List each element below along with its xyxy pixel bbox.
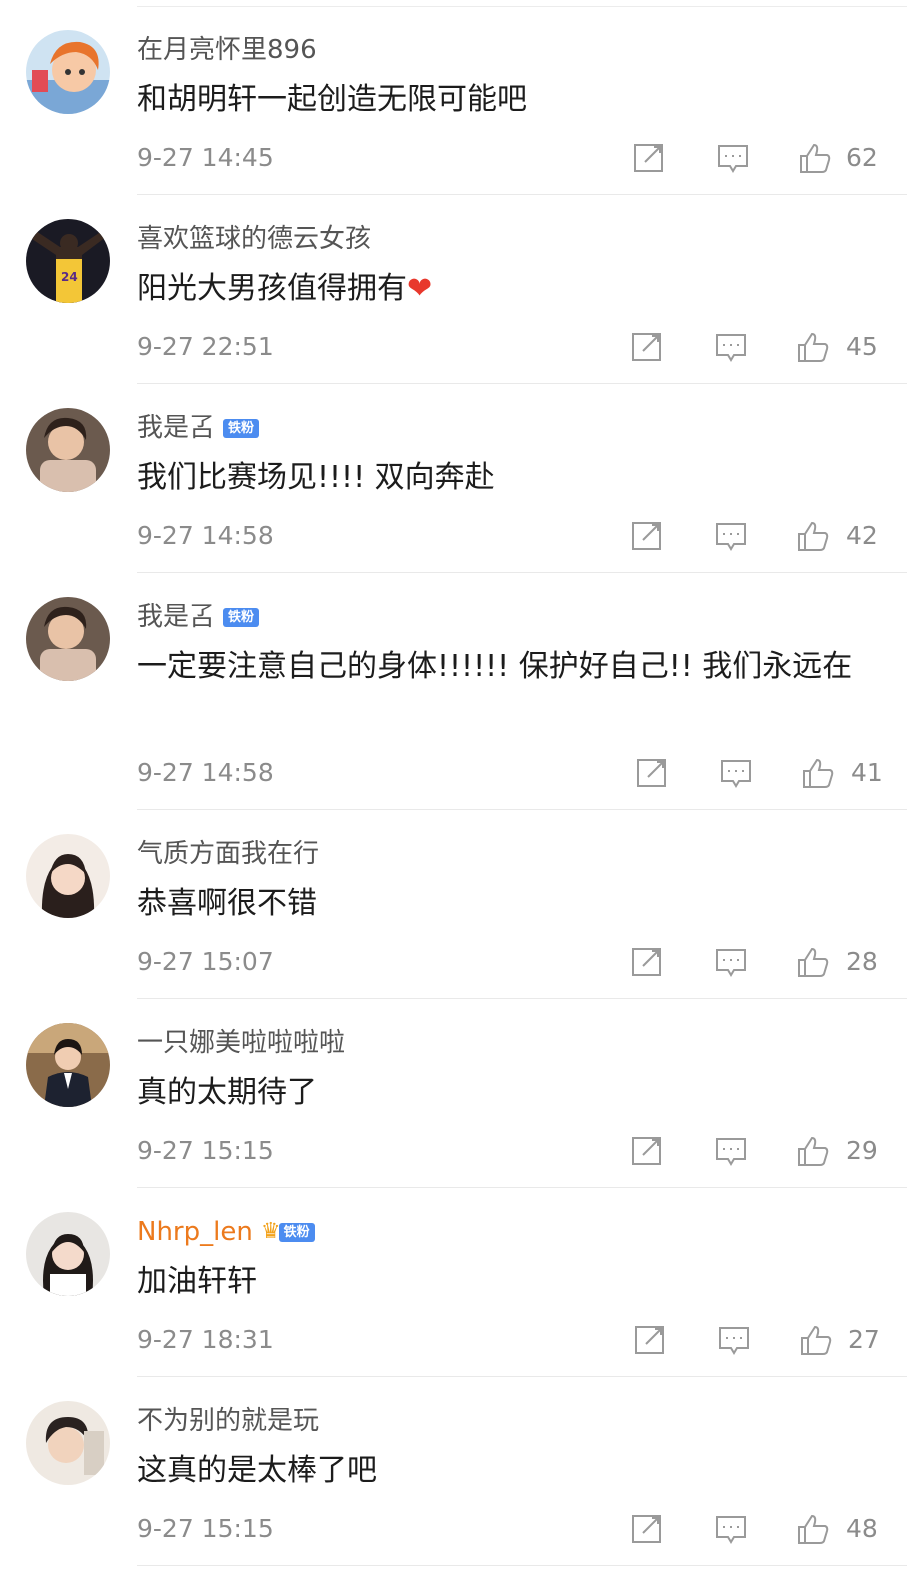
comment-item: 不为别的就是玩 这真的是太棒了吧 9-27 15:15 48 bbox=[0, 1371, 915, 1587]
like-count: 41 bbox=[851, 758, 883, 787]
comment-item: Nhrp_len ♛ 铁粉 加油轩轩 9-27 18:31 27 bbox=[0, 1182, 915, 1377]
girl-portrait-avatar[interactable] bbox=[26, 834, 110, 918]
like-icon[interactable] bbox=[796, 519, 830, 553]
comment-icon[interactable] bbox=[714, 1134, 748, 1168]
comment-item: 24 喜欢篮球的德云女孩 阳光大男孩值得拥有❤ 9-27 22:51 45 bbox=[0, 189, 915, 384]
svg-text:24: 24 bbox=[61, 270, 78, 284]
comment-actions: 62 bbox=[0, 137, 915, 177]
like-icon[interactable] bbox=[798, 141, 832, 175]
like-count: 45 bbox=[846, 332, 878, 361]
woman-portrait-avatar[interactable] bbox=[26, 1212, 110, 1296]
comment-text: 这真的是太棒了吧 bbox=[137, 1453, 377, 1488]
comment-icon[interactable] bbox=[717, 1323, 751, 1357]
comment-username[interactable]: 在月亮怀里896 bbox=[137, 33, 317, 67]
comment-username[interactable]: 不为别的就是玩 bbox=[137, 1404, 319, 1438]
comment-username[interactable]: 我是叾 铁粉 bbox=[137, 600, 260, 634]
child-photo-avatar[interactable] bbox=[26, 597, 110, 681]
comment-text: 我们比赛场见!!!! 双向奔赴 bbox=[137, 460, 495, 495]
comment-username[interactable]: 喜欢篮球的德云女孩 bbox=[137, 222, 371, 256]
like-icon[interactable] bbox=[801, 756, 835, 790]
basketball-player-avatar[interactable]: 24 bbox=[26, 219, 110, 303]
comment-text: 恭喜啊很不错 bbox=[137, 886, 317, 921]
comment-text: 真的太期待了 bbox=[137, 1075, 317, 1110]
like-count: 48 bbox=[846, 1514, 878, 1543]
comment-actions: 42 bbox=[0, 515, 915, 555]
comment-item: 一只娜美啦啦啦啦 真的太期待了 9-27 15:15 29 bbox=[0, 993, 915, 1188]
comment-item: 在月亮怀里896 和胡明轩一起创造无限可能吧 9-27 14:45 62 bbox=[0, 0, 915, 195]
like-count: 62 bbox=[846, 143, 878, 172]
like-count: 27 bbox=[848, 1325, 880, 1354]
comment-text: 加油轩轩 bbox=[137, 1264, 257, 1299]
fan-badge: 铁粉 bbox=[223, 418, 260, 438]
repost-icon[interactable] bbox=[630, 330, 664, 364]
comment-item: 我是叾 铁粉 一定要注意自己的身体!!!!!! 保护好自己!! 我们永远在 9-2… bbox=[0, 567, 915, 810]
repost-icon[interactable] bbox=[635, 756, 669, 790]
comment-text: 一定要注意自己的身体!!!!!! 保护好自己!! 我们永远在 bbox=[137, 649, 853, 684]
comment-icon[interactable] bbox=[714, 1512, 748, 1546]
man-portrait-avatar[interactable] bbox=[26, 1401, 110, 1485]
divider bbox=[137, 1565, 907, 1566]
comment-actions: 45 bbox=[0, 326, 915, 366]
comment-actions: 28 bbox=[0, 941, 915, 981]
comment-actions: 29 bbox=[0, 1130, 915, 1170]
like-count: 42 bbox=[846, 521, 878, 550]
repost-icon[interactable] bbox=[630, 1134, 664, 1168]
comment-actions: 48 bbox=[0, 1508, 915, 1548]
like-icon[interactable] bbox=[799, 1323, 833, 1357]
comment-text: 阳光大男孩值得拥有❤ bbox=[137, 271, 433, 306]
fan-badge: 铁粉 bbox=[223, 607, 260, 627]
child-photo-avatar[interactable] bbox=[26, 408, 110, 492]
like-icon[interactable] bbox=[796, 1512, 830, 1546]
crown-icon: ♛ bbox=[260, 1219, 281, 1244]
suit-portrait-avatar[interactable] bbox=[26, 1023, 110, 1107]
comment-icon[interactable] bbox=[714, 519, 748, 553]
comment-icon[interactable] bbox=[714, 330, 748, 364]
comment-actions: 41 bbox=[0, 752, 915, 792]
like-count: 29 bbox=[846, 1136, 878, 1165]
comment-icon[interactable] bbox=[719, 756, 753, 790]
repost-icon[interactable] bbox=[630, 945, 664, 979]
cartoon-girl-avatar[interactable] bbox=[26, 30, 110, 114]
comment-item: 气质方面我在行 恭喜啊很不错 9-27 15:07 28 bbox=[0, 804, 915, 999]
comment-username[interactable]: 一只娜美啦啦啦啦 bbox=[137, 1026, 345, 1060]
comment-username[interactable]: 我是叾 铁粉 bbox=[137, 411, 260, 445]
like-count: 28 bbox=[846, 947, 878, 976]
repost-icon[interactable] bbox=[632, 141, 666, 175]
comment-icon[interactable] bbox=[716, 141, 750, 175]
comment-item: 我是叾 铁粉 我们比赛场见!!!! 双向奔赴 9-27 14:58 42 bbox=[0, 378, 915, 573]
like-icon[interactable] bbox=[796, 945, 830, 979]
comment-username[interactable]: Nhrp_len ♛ 铁粉 bbox=[137, 1215, 315, 1249]
comment-text: 和胡明轩一起创造无限可能吧 bbox=[137, 82, 527, 117]
heart-emoji-icon: ❤ bbox=[407, 271, 433, 306]
comment-icon[interactable] bbox=[714, 945, 748, 979]
repost-icon[interactable] bbox=[630, 1512, 664, 1546]
like-icon[interactable] bbox=[796, 330, 830, 364]
repost-icon[interactable] bbox=[633, 1323, 667, 1357]
like-icon[interactable] bbox=[796, 1134, 830, 1168]
comment-username[interactable]: 气质方面我在行 bbox=[137, 837, 319, 871]
fan-badge: 铁粉 bbox=[278, 1222, 315, 1242]
repost-icon[interactable] bbox=[630, 519, 664, 553]
comment-actions: 27 bbox=[0, 1319, 915, 1359]
